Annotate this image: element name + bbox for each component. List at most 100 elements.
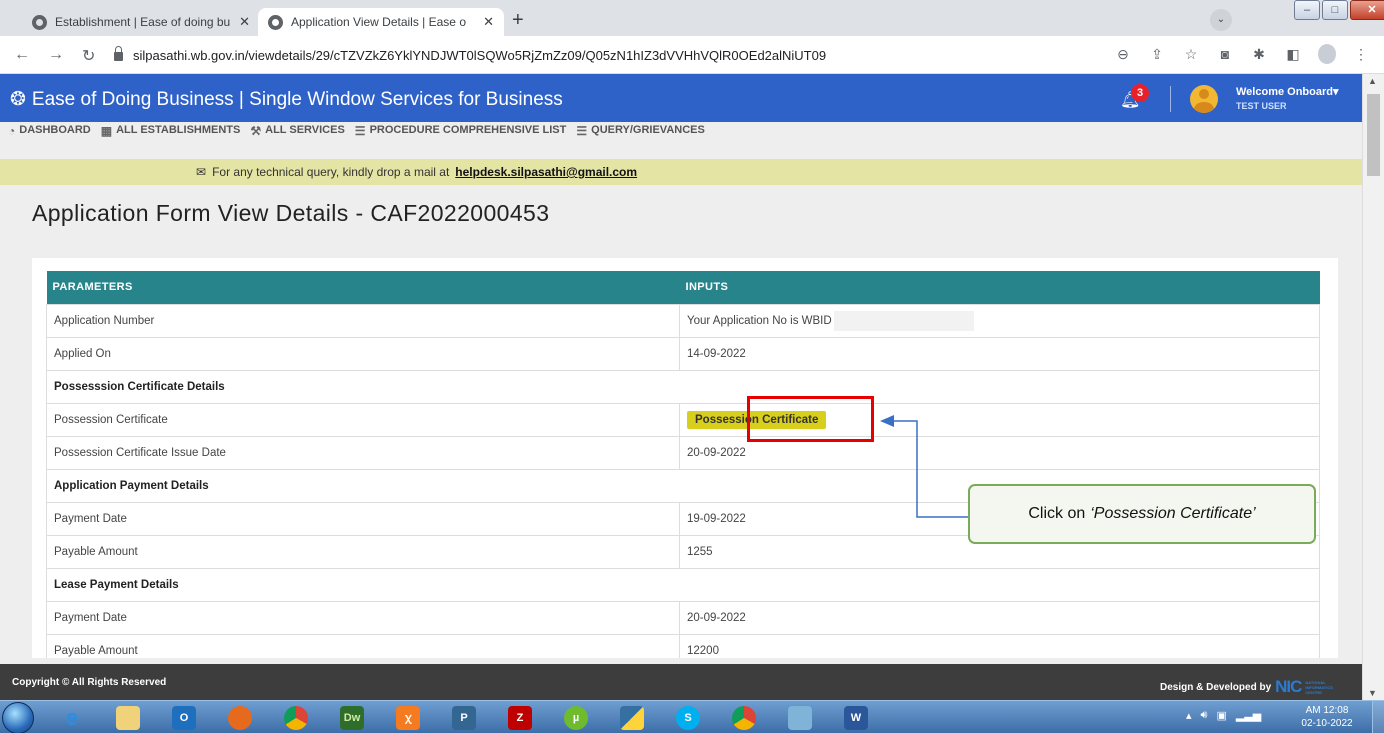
nav-dashboard[interactable]: ◔ DASHBOARD — [8, 124, 91, 158]
camera-icon[interactable]: ◙ — [1216, 46, 1234, 66]
welcome-text: Welcome Onboard — [1236, 86, 1333, 98]
app-brand-title: Ease of Doing Business | Single Window S… — [31, 88, 563, 110]
taskbar-word[interactable]: W — [828, 703, 884, 732]
nav-all-establishments[interactable]: ▦ ALL ESTABLISHMENTS — [101, 124, 241, 158]
taskbar-postgres[interactable]: P — [436, 703, 492, 732]
side-panel-icon[interactable]: ◧ — [1284, 46, 1302, 66]
app-brand[interactable]: ❂ Ease of Doing Business | Single Window… — [10, 88, 563, 111]
reload-icon[interactable]: ↻ — [82, 46, 95, 66]
developed-by-text: Design & Developed by — [1160, 681, 1272, 693]
tab-title: Application View Details | Ease o — [291, 15, 466, 29]
profile-avatar-icon[interactable] — [1318, 44, 1336, 64]
firefox-icon — [228, 705, 252, 730]
xampp-icon: ꭓ — [396, 705, 420, 730]
table-row: Application Number Your Application No i… — [46, 303, 1320, 338]
browser-tab-establishment[interactable]: Establishment | Ease of doing bu ✕ — [22, 8, 260, 36]
close-tab-icon[interactable]: ✕ — [239, 14, 250, 30]
taskbar-filezilla[interactable]: Z — [492, 703, 548, 732]
taskbar-notes[interactable] — [772, 703, 828, 732]
section-row: Lease Payment Details — [46, 567, 1320, 602]
taskbar-utorrent[interactable]: µ — [548, 703, 604, 732]
clock-date: 02-10-2022 — [1301, 718, 1353, 729]
taskbar-xampp[interactable]: ꭓ — [380, 703, 436, 732]
filezilla-icon: Z — [508, 705, 532, 730]
clock-time: AM 12:08 — [1305, 705, 1349, 716]
tab-title: Establishment | Ease of doing bu — [55, 15, 231, 29]
header-divider — [1170, 86, 1171, 112]
helpdesk-email-link[interactable]: helpdesk.silpasathi@gmail.com — [455, 165, 637, 179]
taskbar-explorer[interactable] — [100, 703, 156, 732]
outlook-icon: O — [172, 705, 196, 730]
zoom-icon[interactable]: ⊖ — [1114, 46, 1132, 66]
taskbar-python[interactable] — [604, 703, 660, 732]
maximize-icon[interactable]: □ — [1322, 0, 1348, 20]
taskbar-outlook[interactable]: O — [156, 703, 212, 732]
scroll-thumb[interactable] — [1367, 94, 1380, 176]
notes-icon — [788, 705, 812, 730]
page-scrollbar[interactable]: ▲ ▼ — [1362, 74, 1384, 700]
table-header-row: PARAMETERS INPUTS — [46, 271, 1320, 304]
show-desktop-button[interactable] — [1372, 701, 1384, 733]
scroll-down-icon[interactable]: ▼ — [1368, 688, 1377, 698]
signal-icon[interactable]: ▂▃▅ — [1236, 709, 1261, 722]
param-cell: Possession Certificate — [46, 402, 680, 437]
globe-icon — [32, 14, 47, 30]
taskbar-chrome-2[interactable] — [716, 703, 772, 732]
scroll-up-icon[interactable]: ▲ — [1368, 76, 1377, 86]
taskbar-dreamweaver[interactable]: Dw — [324, 703, 380, 732]
tab-search-icon[interactable]: ⌄ — [1210, 9, 1232, 31]
close-tab-icon[interactable]: ✕ — [483, 14, 494, 30]
param-cell: Payable Amount — [46, 534, 680, 569]
nic-logo: NIC — [1275, 677, 1302, 696]
chrome-icon — [284, 705, 308, 730]
details-table: PARAMETERS INPUTS Application Number You… — [46, 271, 1320, 658]
system-tray: ▴ 🔊︎ ▣ ▂▃▅ — [1186, 709, 1261, 722]
callout-emphasis: ‘Possession Certificate’ — [1090, 505, 1256, 522]
lock-icon — [114, 46, 123, 61]
table-row: Possession Certificate Issue Date 20-09-… — [46, 435, 1320, 470]
table-row: Payment Date 20-09-2022 — [46, 600, 1320, 635]
param-cell: Possession Certificate Issue Date — [46, 435, 680, 470]
nic-logo-subtitle: NATIONAL INFORMATICS CENTRE — [1305, 679, 1333, 695]
browser-tab-application-view[interactable]: Application View Details | Ease o ✕ — [258, 8, 504, 36]
browser-menu-icon[interactable]: ⋮ — [1352, 46, 1370, 66]
section-row: Possesssion Certificate Details — [46, 369, 1320, 404]
bookmark-star-icon[interactable]: ☆ — [1182, 46, 1200, 66]
nav-label: QUERY/GRIEVANCES — [591, 124, 705, 136]
annotation-highlight-box — [747, 396, 874, 442]
value-cell: 12200 — [679, 633, 1320, 658]
minimize-icon[interactable]: – — [1294, 0, 1320, 20]
nav-procedure-list[interactable]: ☰ PROCEDURE COMPREHENSIVE LIST — [355, 124, 567, 158]
back-arrow-icon[interactable]: ← — [14, 46, 30, 64]
internet-explorer-icon: e — [65, 704, 79, 730]
tray-expand-icon[interactable]: ▴ — [1186, 709, 1192, 722]
user-name: TEST USER — [1236, 101, 1287, 111]
user-menu-toggle[interactable]: Welcome Onboard▾ — [1236, 85, 1339, 98]
url-field[interactable]: silpasathi.wb.gov.in/viewdetails/29/cTZV… — [114, 41, 1214, 69]
app-header: ❂ Ease of Doing Business | Single Window… — [0, 74, 1362, 124]
taskbar-chrome[interactable] — [268, 703, 324, 732]
skype-icon: S — [676, 705, 700, 730]
value-cell: 20-09-2022 — [679, 600, 1320, 635]
taskbar-skype[interactable]: S — [660, 703, 716, 732]
taskbar-ie[interactable]: e — [44, 703, 100, 732]
close-window-icon[interactable]: ✕ — [1350, 0, 1384, 20]
share-icon[interactable]: ⇪ — [1148, 46, 1166, 66]
forward-arrow-icon[interactable]: → — [48, 46, 64, 64]
new-tab-button[interactable]: + — [512, 10, 524, 30]
start-button[interactable] — [2, 702, 34, 733]
building-icon: ▦ — [100, 124, 113, 138]
nav-query-grievances[interactable]: ☰ QUERY/GRIEVANCES — [576, 124, 704, 158]
network-icon[interactable]: ▣ — [1216, 709, 1226, 722]
taskbar-firefox[interactable] — [212, 703, 268, 732]
extensions-puzzle-icon[interactable]: ✱ — [1250, 46, 1268, 66]
notification-badge[interactable]: 3 — [1131, 84, 1149, 102]
table-row: Payable Amount 12200 — [46, 633, 1320, 658]
volume-icon[interactable]: 🔊︎ — [1201, 709, 1208, 722]
user-avatar[interactable] — [1190, 85, 1218, 113]
system-clock[interactable]: AM 12:08 02-10-2022 — [1296, 704, 1358, 730]
window-controls: – □ ✕ — [1294, 0, 1384, 22]
address-bar: ← → ↻ silpasathi.wb.gov.in/viewdetails/2… — [0, 36, 1384, 74]
column-header-parameters: PARAMETERS — [46, 271, 680, 304]
nav-all-services[interactable]: ⚒ ALL SERVICES — [250, 124, 344, 158]
